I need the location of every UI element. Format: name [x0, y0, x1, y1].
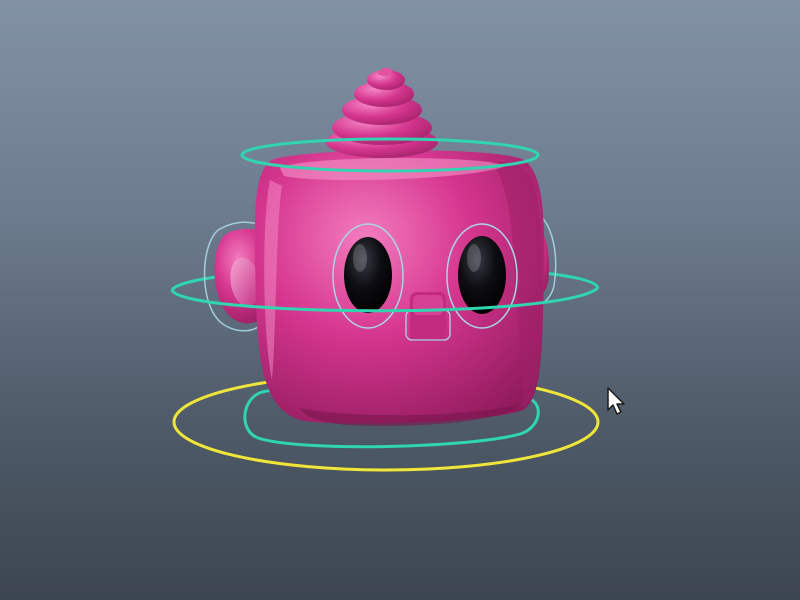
left-eye	[344, 237, 392, 313]
head-swirl	[326, 67, 438, 158]
nose	[410, 292, 446, 342]
3d-viewport[interactable]	[0, 0, 800, 600]
right-eye	[458, 236, 506, 314]
character-scene[interactable]	[0, 0, 800, 600]
arrow-cursor-icon	[607, 387, 625, 415]
